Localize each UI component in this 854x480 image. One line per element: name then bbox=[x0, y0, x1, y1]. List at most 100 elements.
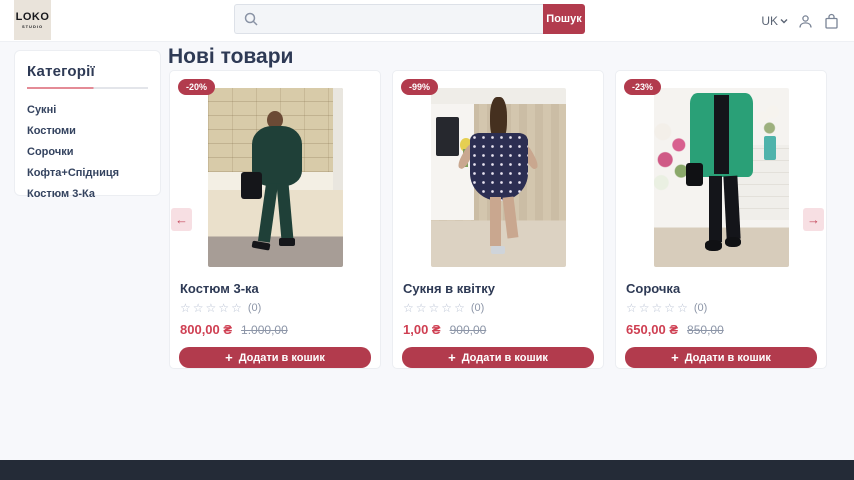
star-icon: ☆ bbox=[429, 302, 440, 314]
discount-badge: -99% bbox=[401, 79, 438, 95]
discount-badge: -20% bbox=[178, 79, 215, 95]
search-icon bbox=[243, 11, 259, 27]
price: 1,00 ₴ bbox=[403, 322, 441, 337]
carousel-next-button[interactable]: → bbox=[803, 208, 824, 231]
star-icon: ☆ bbox=[441, 302, 452, 314]
add-to-cart-label: Додати в кошик bbox=[685, 352, 771, 364]
product-card: -20% Костюм 3-ка ☆ ☆ ☆ ☆ ☆ bbox=[169, 70, 381, 369]
sidebar-item-suit-3[interactable]: Костюм 3-Ка bbox=[27, 183, 148, 204]
add-to-cart-label: Додати в кошик bbox=[462, 352, 548, 364]
logo[interactable]: LOKO STUDIO bbox=[14, 0, 51, 40]
rating-count: (0) bbox=[471, 302, 484, 314]
plus-icon: + bbox=[671, 351, 679, 364]
language-selector[interactable]: UK bbox=[761, 14, 788, 28]
price: 650,00 ₴ bbox=[626, 322, 678, 337]
chevron-down-icon bbox=[780, 17, 788, 25]
plus-icon: + bbox=[225, 351, 233, 364]
product-image[interactable] bbox=[208, 88, 343, 267]
footer bbox=[0, 460, 854, 480]
categories-list: Сукні Костюми Сорочки Кофта+Спідниця Кос… bbox=[27, 99, 148, 204]
price: 800,00 ₴ bbox=[180, 322, 232, 337]
product-name[interactable]: Сукня в квітку bbox=[403, 281, 593, 296]
product-card: -23% Сорочка ☆ ☆ ☆ bbox=[615, 70, 827, 369]
search-input-wrap bbox=[234, 4, 543, 34]
product-image[interactable] bbox=[654, 88, 789, 267]
rating: ☆ ☆ ☆ ☆ ☆ (0) bbox=[403, 302, 593, 314]
photo-shoe bbox=[705, 240, 723, 251]
logo-title: LOKO bbox=[16, 11, 50, 23]
arrow-left-icon: ← bbox=[175, 212, 188, 227]
photo-tv bbox=[436, 117, 459, 156]
star-icon: ☆ bbox=[193, 302, 204, 314]
photo-handbag bbox=[686, 163, 704, 186]
photo-figure-top bbox=[714, 95, 729, 174]
photo-figure-leg bbox=[502, 197, 518, 239]
rating-count: (0) bbox=[248, 302, 261, 314]
add-to-cart-button[interactable]: + Додати в кошик bbox=[179, 347, 371, 368]
header-actions: UK bbox=[761, 0, 840, 42]
product-image[interactable] bbox=[431, 88, 566, 267]
plus-icon: + bbox=[448, 351, 456, 364]
rating: ☆ ☆ ☆ ☆ ☆ (0) bbox=[180, 302, 370, 314]
product-name[interactable]: Костюм 3-ка bbox=[180, 281, 370, 296]
price-row: 800,00 ₴ 1.000,00 bbox=[180, 322, 370, 337]
rating-count: (0) bbox=[694, 302, 707, 314]
photo-vase bbox=[764, 136, 776, 159]
sidebar-item-dresses[interactable]: Сукні bbox=[27, 99, 148, 120]
star-icon: ☆ bbox=[454, 302, 465, 314]
star-icon: ☆ bbox=[664, 302, 675, 314]
search-bar: Пошук bbox=[234, 4, 585, 34]
product-card: -99% Сукня в квітку ☆ ☆ ☆ bbox=[392, 70, 604, 369]
sidebar-item-top-skirt[interactable]: Кофта+Спідниця bbox=[27, 162, 148, 183]
categories-panel: Категорії Сукні Костюми Сорочки Кофта+Сп… bbox=[14, 50, 161, 196]
star-icon: ☆ bbox=[403, 302, 414, 314]
old-price: 850,00 bbox=[687, 323, 724, 337]
sidebar-item-shirts[interactable]: Сорочки bbox=[27, 141, 148, 162]
cart-icon[interactable] bbox=[823, 13, 840, 30]
star-icon: ☆ bbox=[416, 302, 427, 314]
page-title: Нові товари bbox=[168, 45, 293, 69]
categories-title: Категорії bbox=[27, 63, 148, 80]
photo-figure-dress bbox=[470, 133, 528, 201]
search-input[interactable] bbox=[234, 4, 543, 34]
search-button[interactable]: Пошук bbox=[543, 4, 585, 34]
photo-figure-leg bbox=[277, 182, 294, 240]
photo-handbag bbox=[241, 172, 261, 199]
logo-subtitle: STUDIO bbox=[22, 24, 43, 29]
arrow-right-icon: → bbox=[807, 212, 820, 227]
photo-shoe bbox=[725, 237, 741, 248]
photo-figure-leg bbox=[709, 176, 723, 242]
old-price: 1.000,00 bbox=[241, 323, 288, 337]
account-icon[interactable] bbox=[797, 13, 814, 30]
carousel-prev-button[interactable]: ← bbox=[171, 208, 192, 231]
star-icon: ☆ bbox=[231, 302, 242, 314]
photo-figure-leg bbox=[490, 197, 501, 245]
star-icon: ☆ bbox=[206, 302, 217, 314]
old-price: 900,00 bbox=[450, 323, 487, 337]
photo-column bbox=[333, 88, 342, 190]
add-to-cart-label: Додати в кошик bbox=[239, 352, 325, 364]
star-icon: ☆ bbox=[626, 302, 637, 314]
language-label: UK bbox=[761, 14, 778, 28]
photo-figure-leg bbox=[723, 175, 740, 238]
rating: ☆ ☆ ☆ ☆ ☆ (0) bbox=[626, 302, 816, 314]
page: LOKO STUDIO Пошук UK bbox=[0, 0, 854, 480]
price-row: 1,00 ₴ 900,00 bbox=[403, 322, 593, 337]
star-icon: ☆ bbox=[180, 302, 191, 314]
header: LOKO STUDIO Пошук UK bbox=[0, 0, 854, 42]
add-to-cart-button[interactable]: + Додати в кошик bbox=[625, 347, 817, 368]
sidebar-item-suits[interactable]: Костюми bbox=[27, 120, 148, 141]
photo-flowers bbox=[654, 117, 695, 199]
star-icon: ☆ bbox=[677, 302, 688, 314]
product-name[interactable]: Сорочка bbox=[626, 281, 816, 296]
categories-underline bbox=[27, 87, 148, 89]
photo-shoe bbox=[279, 238, 295, 245]
star-icon: ☆ bbox=[652, 302, 663, 314]
product-carousel: ← → -20% Костюм 3-ка bbox=[169, 70, 827, 369]
content: Категорії Сукні Костюми Сорочки Кофта+Сп… bbox=[0, 42, 854, 460]
price-row: 650,00 ₴ 850,00 bbox=[626, 322, 816, 337]
star-icon: ☆ bbox=[639, 302, 650, 314]
add-to-cart-button[interactable]: + Додати в кошик bbox=[402, 347, 594, 368]
photo-shoe bbox=[491, 246, 505, 255]
star-icon: ☆ bbox=[218, 302, 229, 314]
